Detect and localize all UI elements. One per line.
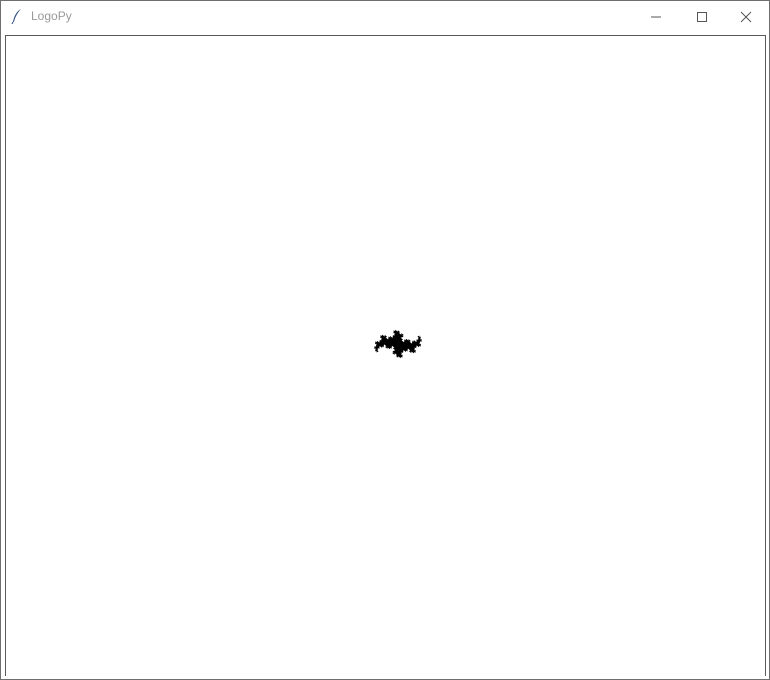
window-title: LogoPy (31, 9, 72, 23)
maximize-icon (697, 11, 707, 22)
app-window: LogoPy (0, 0, 770, 680)
turtle-path (374, 329, 422, 359)
title-bar[interactable]: LogoPy (1, 1, 769, 32)
close-icon (740, 11, 752, 22)
feather-icon (11, 9, 21, 24)
minimize-icon (651, 16, 661, 17)
close-button[interactable] (723, 1, 769, 32)
fractal-drawing (374, 329, 422, 359)
maximize-button[interactable] (679, 1, 725, 32)
minimize-button[interactable] (633, 1, 679, 32)
drawing-canvas[interactable] (5, 35, 766, 676)
